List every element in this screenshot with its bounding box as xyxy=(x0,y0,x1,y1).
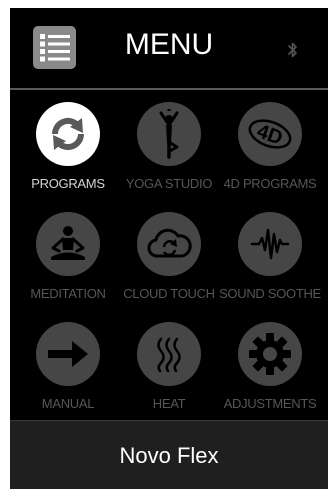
cloud-icon xyxy=(147,228,192,258)
sound-wave-icon xyxy=(250,228,290,260)
menu-item-cloud-touch[interactable]: CLOUD TOUCH xyxy=(117,200,221,310)
menu-item-label: 4D PROGRAMS xyxy=(223,176,317,191)
menu-item-label: YOGA STUDIO xyxy=(125,176,213,191)
menu-item-label: CLOUD TOUCH xyxy=(123,286,215,301)
header: MENU xyxy=(10,8,328,88)
menu-item-label: PROGRAMS xyxy=(31,176,105,191)
menu-item-meditation[interactable]: MEDITATION xyxy=(16,200,120,310)
device-footer[interactable]: Novo Flex xyxy=(10,420,328,489)
menu-item-yoga-studio[interactable]: YOGA STUDIO xyxy=(117,90,221,200)
yoga-pose-icon xyxy=(159,109,179,159)
app-screen: MENU PROGRAMS YOGA STUDIO 4D 4D PROGRAMS… xyxy=(10,8,328,489)
menu-item-manual[interactable]: MANUAL xyxy=(16,310,120,420)
menu-grid: PROGRAMS YOGA STUDIO 4D 4D PROGRAMS MEDI… xyxy=(10,90,328,420)
menu-item-adjustments[interactable]: ADJUSTMENTS xyxy=(218,310,322,420)
menu-item-4d-programs[interactable]: 4D 4D PROGRAMS xyxy=(218,90,322,200)
sync-icon xyxy=(51,117,85,151)
heat-icon xyxy=(157,337,181,373)
meditation-icon xyxy=(51,226,85,260)
page-title: MENU xyxy=(124,28,214,61)
4d-icon: 4D xyxy=(248,119,292,150)
menu-item-heat[interactable]: HEAT xyxy=(117,310,221,420)
bluetooth-icon xyxy=(288,42,297,58)
arrow-right-icon xyxy=(48,341,88,367)
menu-item-programs[interactable]: PROGRAMS xyxy=(16,90,120,200)
device-name: Novo Flex xyxy=(119,443,219,468)
menu-item-label: HEAT xyxy=(152,396,186,411)
menu-item-label: MANUAL xyxy=(41,396,95,411)
menu-item-sound-soothe[interactable]: SOUND SOOTHE xyxy=(218,200,322,310)
gear-icon xyxy=(249,333,291,375)
menu-item-label: ADJUSTMENTS xyxy=(223,396,317,411)
menu-item-label: MEDITATION xyxy=(30,286,106,301)
menu-item-label: SOUND SOOTHE xyxy=(219,286,321,301)
